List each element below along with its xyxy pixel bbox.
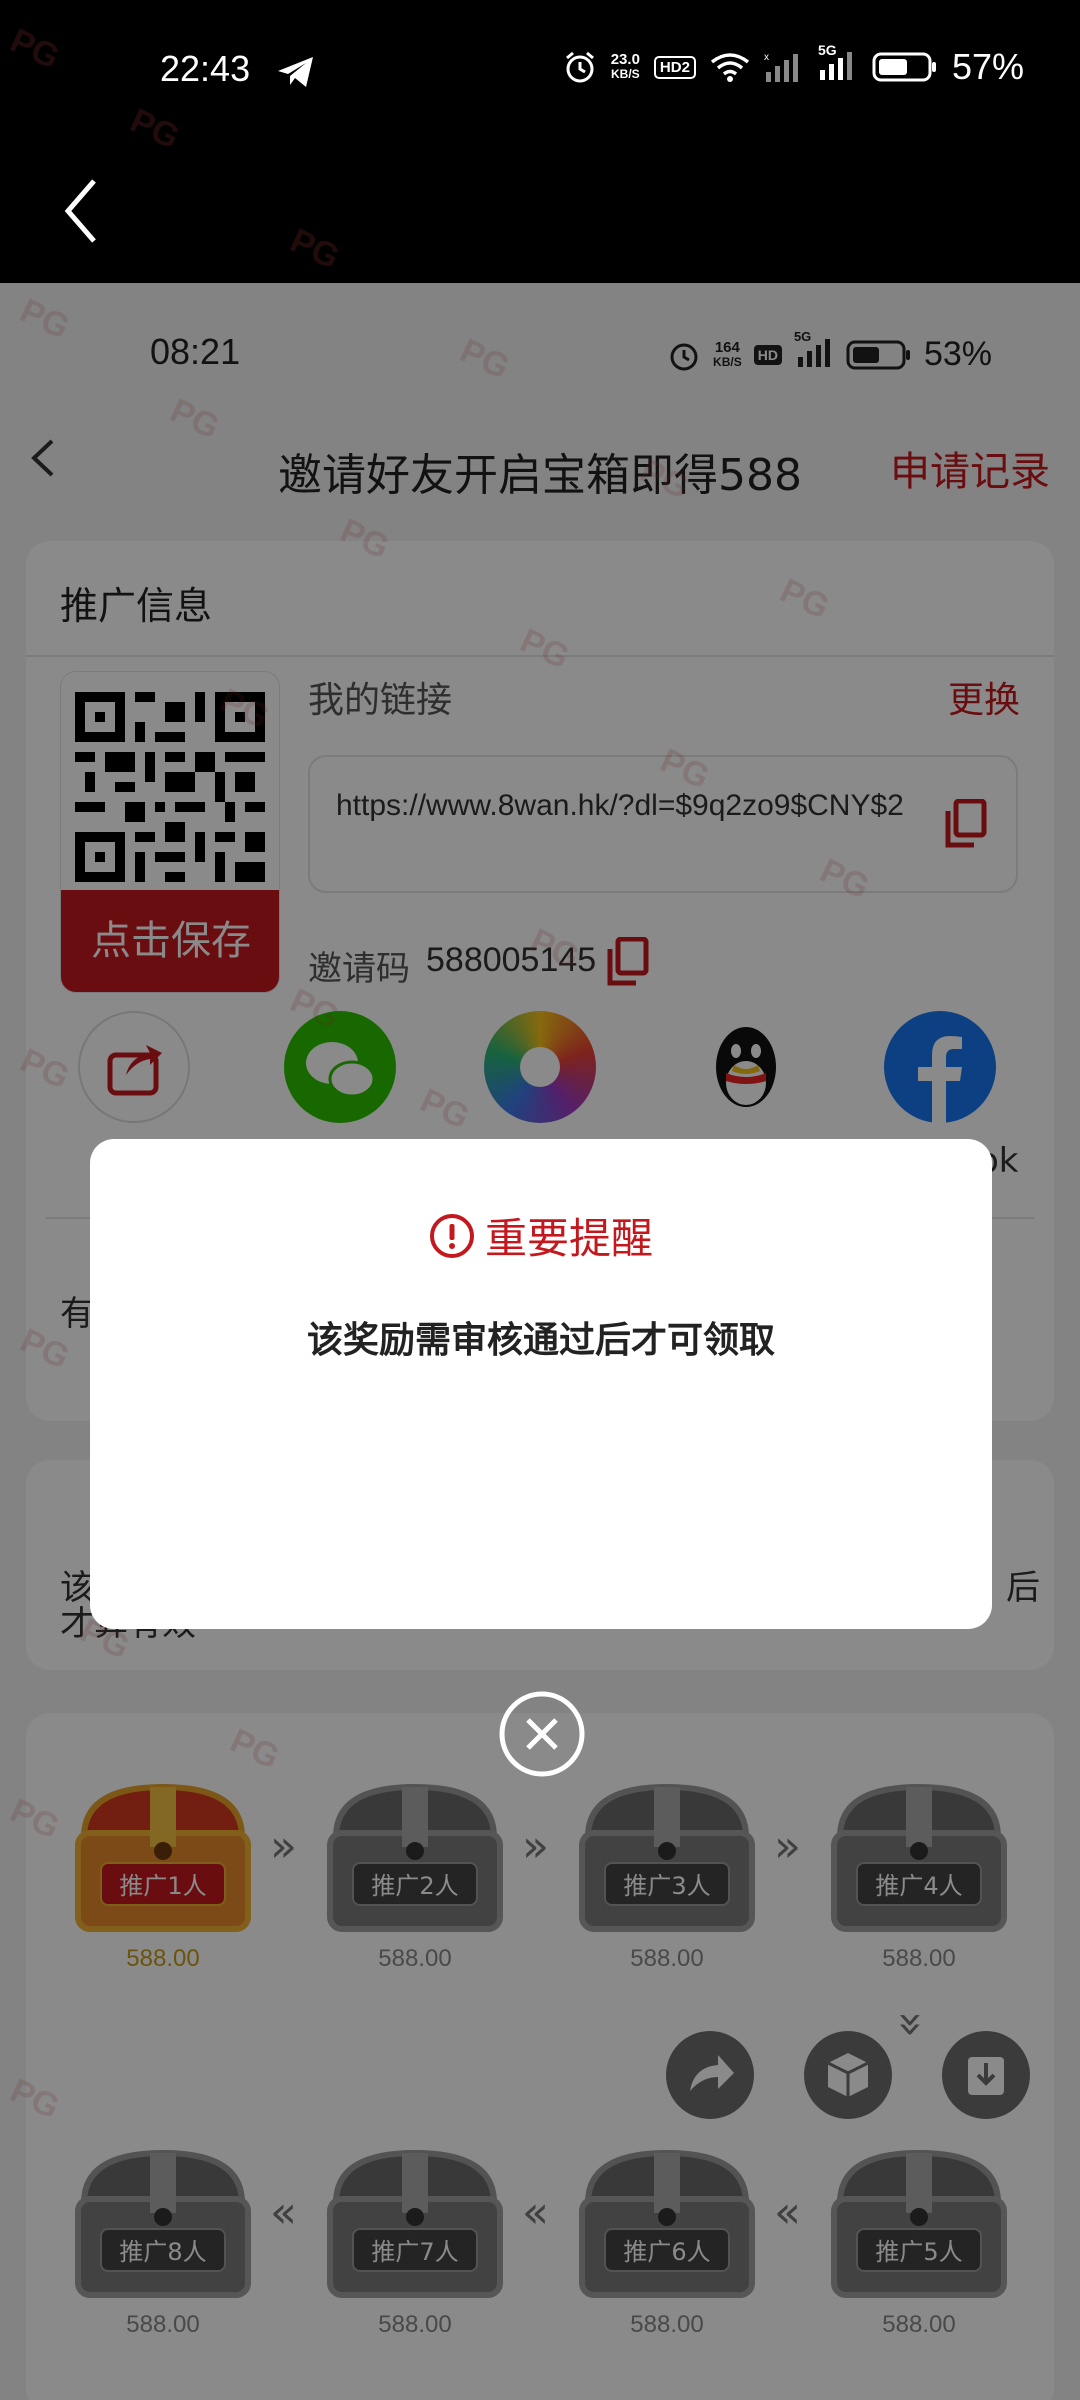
notice-dialog: 重要提醒 该奖励需审核通过后才可领取 bbox=[90, 1139, 992, 1629]
battery-icon bbox=[872, 52, 936, 82]
dialog-title-text: 重要提醒 bbox=[484, 1214, 653, 1263]
outer-status-icons: 23.0 KB/S HD2 x 5G 57% bbox=[563, 42, 1024, 88]
alarm-icon bbox=[565, 51, 594, 83]
screen: { "outer_status": { "time": "22:43", "ne… bbox=[0, 0, 1080, 2400]
back-arrow-icon[interactable] bbox=[58, 171, 108, 251]
outer-clock: 22:43 bbox=[160, 48, 251, 89]
battery-percent: 57% bbox=[951, 46, 1024, 87]
telegram-icon bbox=[278, 57, 313, 87]
warning-circle-icon bbox=[429, 1213, 474, 1258]
outer-net-speed: 23.0 KB/S bbox=[610, 51, 640, 81]
outer-nav-bar bbox=[0, 145, 1080, 283]
signal-icon-sim1: x bbox=[764, 52, 798, 82]
dialog-message: 该奖励需审核通过后才可领取 bbox=[306, 1320, 775, 1361]
wifi-icon bbox=[710, 53, 750, 82]
svg-text:x: x bbox=[764, 52, 769, 63]
hd-badge: HD2 bbox=[653, 55, 696, 79]
close-circle-icon[interactable] bbox=[498, 1690, 586, 1778]
signal-5g: 5G bbox=[818, 42, 858, 85]
dialog-title: 重要提醒 bbox=[90, 1205, 992, 1266]
